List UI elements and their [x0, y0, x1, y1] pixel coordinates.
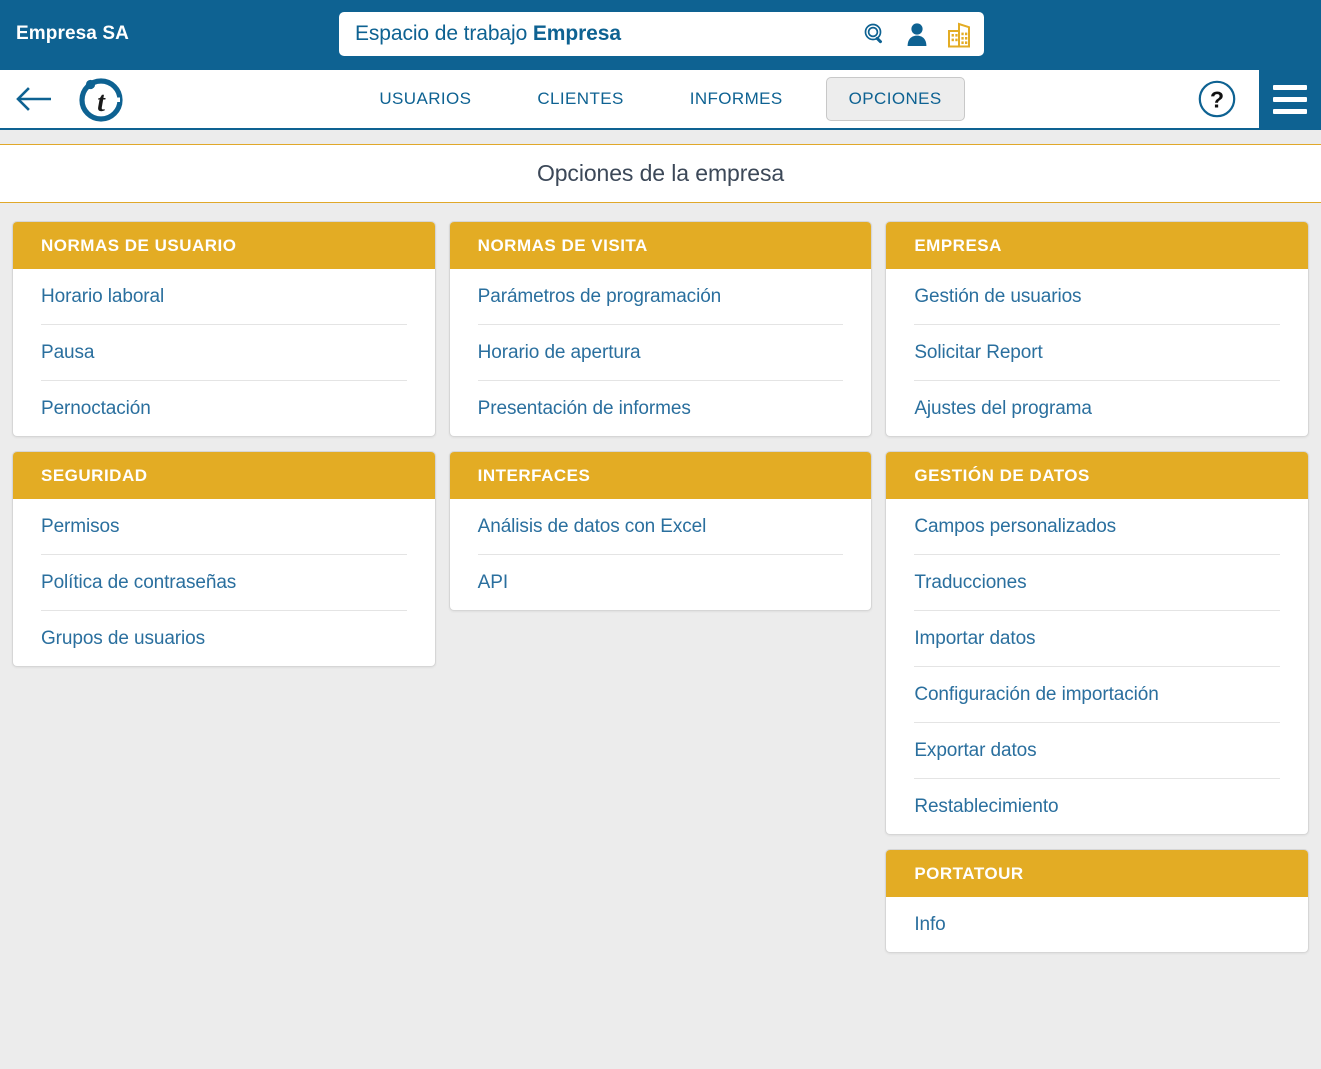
link-analisis-de-datos-con-excel[interactable]: Análisis de datos con Excel: [478, 499, 844, 554]
svg-text:?: ?: [1210, 87, 1224, 113]
nav-tab-list: USUARIOS CLIENTES INFORMES OPCIONES: [0, 77, 1321, 121]
card-body: Permisos Política de contraseñas Grupos …: [13, 499, 435, 666]
tab-opciones[interactable]: OPCIONES: [825, 77, 965, 121]
card-body: Horario laboral Pausa Pernoctación: [13, 269, 435, 436]
link-traducciones[interactable]: Traducciones: [914, 554, 1281, 610]
card-gestion-de-datos: GESTIÓN DE DATOS Campos personalizados T…: [885, 451, 1310, 835]
card-interfaces: INTERFACES Análisis de datos con Excel A…: [448, 451, 873, 611]
link-restablecimiento[interactable]: Restablecimiento: [914, 778, 1281, 834]
page-title-band: Opciones de la empresa: [0, 144, 1321, 203]
back-arrow-icon[interactable]: [14, 85, 54, 113]
link-politica-de-contrasenas[interactable]: Política de contraseñas: [41, 554, 407, 610]
card-normas-de-visita: NORMAS DE VISITA Parámetros de programac…: [448, 221, 873, 437]
link-presentacion-de-informes[interactable]: Presentación de informes: [477, 380, 844, 436]
link-ajustes-del-programa[interactable]: Ajustes del programa: [914, 380, 1281, 436]
link-api[interactable]: API: [477, 554, 844, 610]
card-empresa: EMPRESA Gestión de usuarios Solicitar Re…: [885, 221, 1310, 437]
link-parametros-de-programacion[interactable]: Parámetros de programación: [478, 269, 844, 324]
link-info[interactable]: Info: [914, 897, 1280, 952]
card-body: Gestión de usuarios Solicitar Report Aju…: [886, 269, 1308, 436]
workspace-icon-group: [862, 12, 972, 56]
link-configuracion-de-importacion[interactable]: Configuración de importación: [914, 666, 1281, 722]
card-header: GESTIÓN DE DATOS: [886, 452, 1309, 499]
brand-title: Empresa SA: [16, 23, 129, 44]
top-bar: Empresa SA Espacio de trabajo Empresa: [0, 0, 1321, 68]
workspace-search-box[interactable]: Espacio de trabajo Empresa: [339, 12, 984, 56]
card-header: EMPRESA: [886, 222, 1309, 269]
card-header: PORTATOUR: [886, 850, 1309, 897]
main-nav-bar: t USUARIOS CLIENTES INFORMES OPCIONES ?: [0, 68, 1321, 130]
tab-informes[interactable]: INFORMES: [667, 77, 806, 121]
hamburger-bar: [1273, 96, 1307, 102]
search-icon[interactable]: [862, 21, 888, 47]
link-pernoctacion[interactable]: Pernoctación: [41, 380, 407, 436]
link-horario-laboral[interactable]: Horario laboral: [41, 269, 407, 324]
column-right: EMPRESA Gestión de usuarios Solicitar Re…: [885, 221, 1310, 967]
hamburger-bar: [1273, 108, 1307, 114]
title-top-gap: [0, 130, 1321, 144]
card-body: Campos personalizados Traducciones Impor…: [886, 499, 1308, 834]
link-grupos-de-usuarios[interactable]: Grupos de usuarios: [41, 610, 407, 666]
link-gestion-de-usuarios[interactable]: Gestión de usuarios: [914, 269, 1280, 324]
link-permisos[interactable]: Permisos: [41, 499, 407, 554]
tab-clientes[interactable]: CLIENTES: [514, 77, 646, 121]
link-pausa[interactable]: Pausa: [41, 324, 407, 380]
page-title: Opciones de la empresa: [536, 160, 785, 186]
tab-usuarios[interactable]: USUARIOS: [356, 77, 494, 121]
link-campos-personalizados[interactable]: Campos personalizados: [914, 499, 1280, 554]
workspace-label: Espacio de trabajo Empresa: [355, 22, 621, 46]
card-columns: NORMAS DE USUARIO Horario laboral Pausa …: [12, 221, 1310, 967]
card-normas-de-usuario: NORMAS DE USUARIO Horario laboral Pausa …: [12, 221, 436, 437]
help-icon[interactable]: ?: [1197, 79, 1237, 119]
link-solicitar-report[interactable]: Solicitar Report: [914, 324, 1281, 380]
card-body: Info: [886, 897, 1308, 952]
nav-right-group: ?: [1197, 68, 1321, 130]
svg-text:t: t: [97, 87, 106, 118]
card-header: INTERFACES: [449, 452, 872, 499]
company-icon[interactable]: [946, 21, 972, 48]
link-horario-de-apertura[interactable]: Horario de apertura: [477, 324, 844, 380]
card-header: NORMAS DE VISITA: [449, 222, 872, 269]
card-header: SEGURIDAD: [13, 452, 435, 499]
hamburger-menu-icon[interactable]: [1259, 68, 1321, 130]
user-icon[interactable]: [906, 21, 928, 47]
workspace-name: Empresa: [532, 22, 621, 45]
card-body: Parámetros de programación Horario de ap…: [450, 269, 872, 436]
card-body: Análisis de datos con Excel API: [450, 499, 872, 610]
card-seguridad: SEGURIDAD Permisos Política de contraseñ…: [12, 451, 436, 667]
card-header: NORMAS DE USUARIO: [13, 222, 435, 269]
workspace-prefix: Espacio de trabajo: [355, 22, 533, 45]
column-middle: NORMAS DE VISITA Parámetros de programac…: [448, 221, 873, 625]
column-left: NORMAS DE USUARIO Horario laboral Pausa …: [12, 221, 436, 681]
link-exportar-datos[interactable]: Exportar datos: [914, 722, 1281, 778]
link-importar-datos[interactable]: Importar datos: [914, 610, 1281, 666]
options-content: NORMAS DE USUARIO Horario laboral Pausa …: [0, 203, 1321, 967]
hamburger-bar: [1273, 84, 1307, 90]
card-portatour: PORTATOUR Info: [885, 849, 1310, 953]
portatour-logo-icon[interactable]: t: [76, 74, 126, 124]
